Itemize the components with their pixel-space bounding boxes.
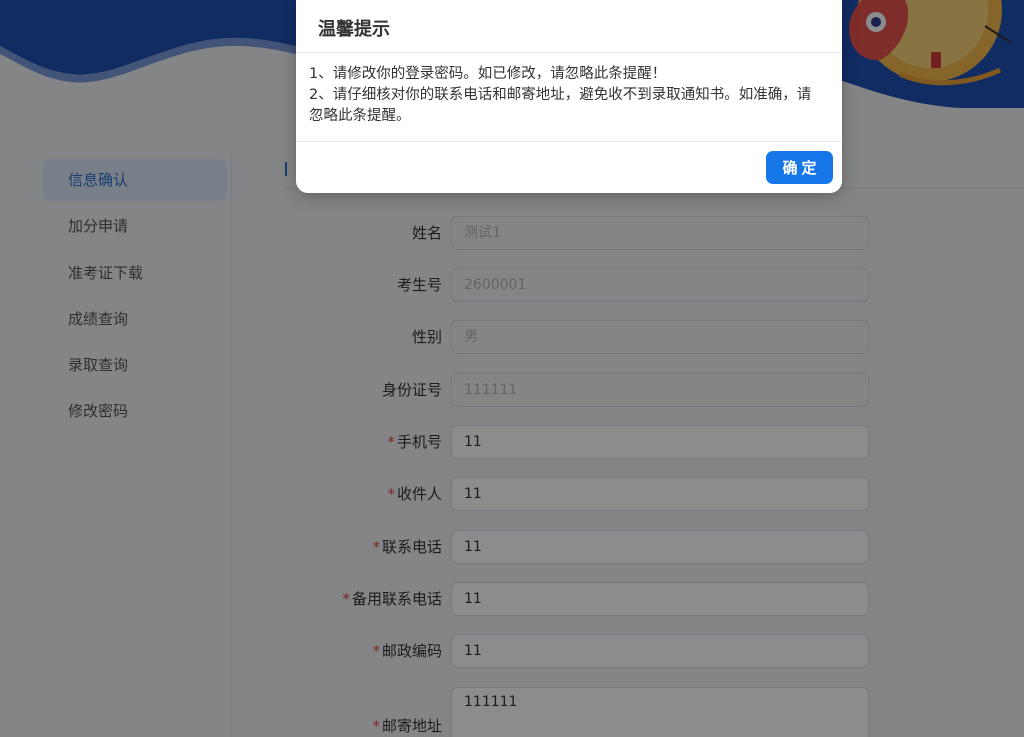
notice-dialog: 温馨提示 1、请修改你的登录密码。如已修改，请忽略此条提醒！ 2、请仔细核对你的… [296,0,842,193]
dialog-line-1: 1、请修改你的登录密码。如已修改，请忽略此条提醒！ [309,66,667,82]
dialog-line-2: 2、请仔细核对你的联系电话和邮寄地址，避免收不到录取通知书。如准确，请忽略此条提… [309,87,812,124]
dialog-title: 温馨提示 [318,19,390,40]
dialog-body: 1、请修改你的登录密码。如已修改，请忽略此条提醒！ 2、请仔细核对你的联系电话和… [309,64,824,127]
dialog-divider [296,141,842,142]
dialog-divider [296,52,842,53]
confirm-button[interactable]: 确定 [766,151,833,184]
